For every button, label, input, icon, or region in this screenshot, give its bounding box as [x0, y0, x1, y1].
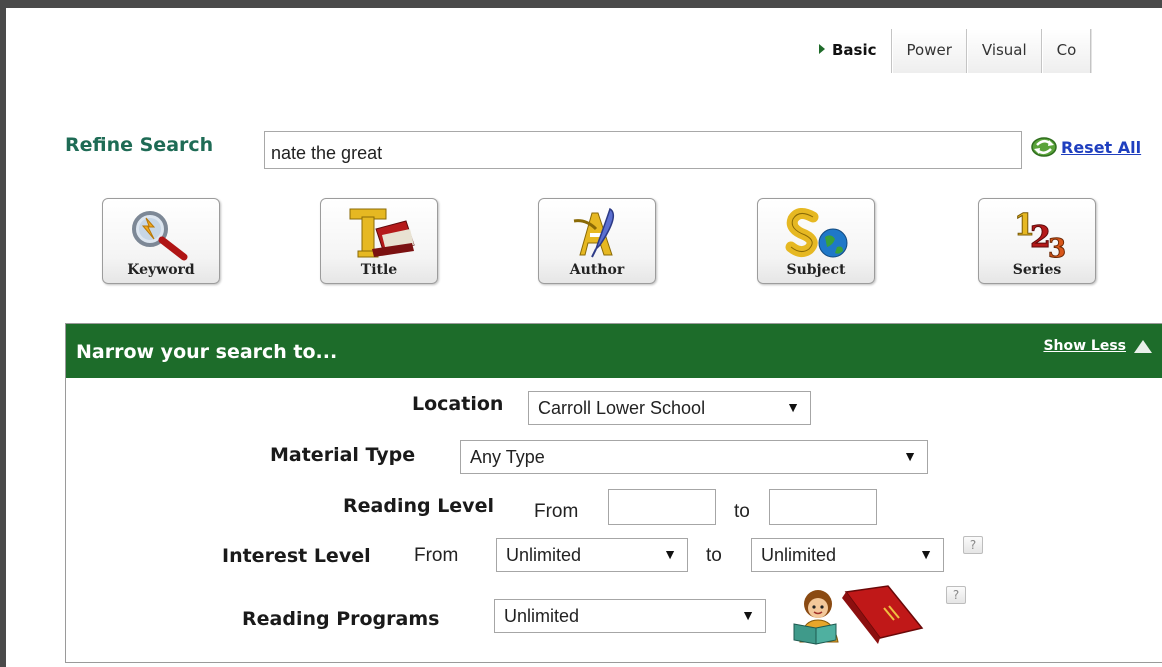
reading-level-to-label: to [734, 501, 750, 522]
tab-label: Power [906, 41, 952, 59]
interest-level-from-label: From [414, 545, 459, 566]
interest-from-selected-value: Unlimited [506, 545, 582, 565]
author-search-button[interactable]: Author [538, 198, 656, 284]
author-quill-icon [573, 207, 615, 258]
reading-programs-help-icon[interactable]: ? [946, 586, 966, 604]
material-type-label: Material Type [270, 444, 416, 466]
interest-level-to-label: to [706, 545, 722, 566]
show-less-label: Show Less [1043, 338, 1126, 354]
interest-level-to-select[interactable]: Unlimited ▼ [751, 538, 944, 572]
interest-level-label: Interest Level [222, 545, 371, 567]
tab-basic[interactable]: Basic [808, 29, 892, 73]
subject-search-button[interactable]: Subject [757, 198, 875, 284]
svg-text:3: 3 [1048, 234, 1066, 263]
reset-all-label: Reset All [1061, 137, 1142, 157]
reset-arrows-icon [1031, 137, 1057, 157]
material-type-selected-value: Any Type [470, 447, 545, 467]
location-label: Location [412, 393, 504, 415]
reading-child-book-icon [793, 585, 924, 645]
series-123-icon: 1 2 3 [1014, 208, 1067, 264]
subject-label: Subject [786, 262, 846, 278]
dropdown-caret-icon: ▼ [663, 546, 677, 562]
dropdown-caret-icon: ▼ [741, 607, 755, 623]
series-label: Series [1012, 262, 1062, 278]
series-search-button[interactable]: 1 2 3 Series [978, 198, 1096, 284]
collapse-triangle-icon [1134, 339, 1152, 353]
keyword-label: Keyword [127, 262, 195, 278]
search-mode-tabs: Basic Power Visual Co [808, 29, 1092, 73]
subject-globe-icon [785, 208, 848, 258]
reading-level-from-label: From [534, 501, 579, 522]
active-tab-arrow-icon [819, 44, 825, 54]
title-book-icon [349, 208, 415, 258]
refine-search-input[interactable] [264, 131, 1022, 169]
interest-level-from-select[interactable]: Unlimited ▼ [496, 538, 688, 572]
dropdown-caret-icon: ▼ [786, 399, 800, 415]
title-label: Title [360, 262, 398, 278]
reading-level-from-input[interactable] [608, 489, 716, 525]
material-type-select[interactable]: Any Type ▼ [460, 440, 928, 474]
keyword-search-button[interactable]: Keyword [102, 198, 220, 284]
show-less-toggle[interactable]: Show Less [1043, 338, 1152, 354]
reading-programs-label: Reading Programs [242, 608, 440, 630]
author-label: Author [569, 262, 625, 278]
magnifier-icon [132, 211, 188, 261]
reading-programs-selected-value: Unlimited [504, 606, 580, 626]
refine-search-label: Refine Search [65, 134, 214, 156]
app-frame: Basic Power Visual Co Refine Search Rese… [0, 0, 1162, 667]
tab-co[interactable]: Co [1041, 29, 1092, 73]
location-select[interactable]: Carroll Lower School ▼ [528, 391, 811, 425]
tab-visual[interactable]: Visual [966, 29, 1042, 73]
narrow-search-panel: Narrow your search to... Show Less Locat… [65, 323, 1162, 663]
reading-level-label: Reading Level [343, 495, 494, 517]
tab-label: Co [1056, 41, 1077, 59]
dropdown-caret-icon: ▼ [919, 546, 933, 562]
title-search-button[interactable]: Title [320, 198, 438, 284]
interest-level-help-icon[interactable]: ? [963, 536, 983, 554]
location-selected-value: Carroll Lower School [538, 398, 706, 418]
tab-label: Basic [832, 41, 877, 59]
interest-to-selected-value: Unlimited [761, 545, 837, 565]
narrow-panel-title: Narrow your search to... [76, 341, 338, 363]
dropdown-caret-icon: ▼ [903, 448, 917, 464]
reading-level-to-input[interactable] [769, 489, 877, 525]
reading-programs-select[interactable]: Unlimited ▼ [494, 599, 766, 633]
tab-power[interactable]: Power [891, 29, 967, 73]
tab-label: Visual [981, 41, 1027, 59]
narrow-panel-header: Narrow your search to... Show Less [66, 324, 1162, 378]
reset-all-link[interactable]: Reset All [1029, 136, 1141, 158]
